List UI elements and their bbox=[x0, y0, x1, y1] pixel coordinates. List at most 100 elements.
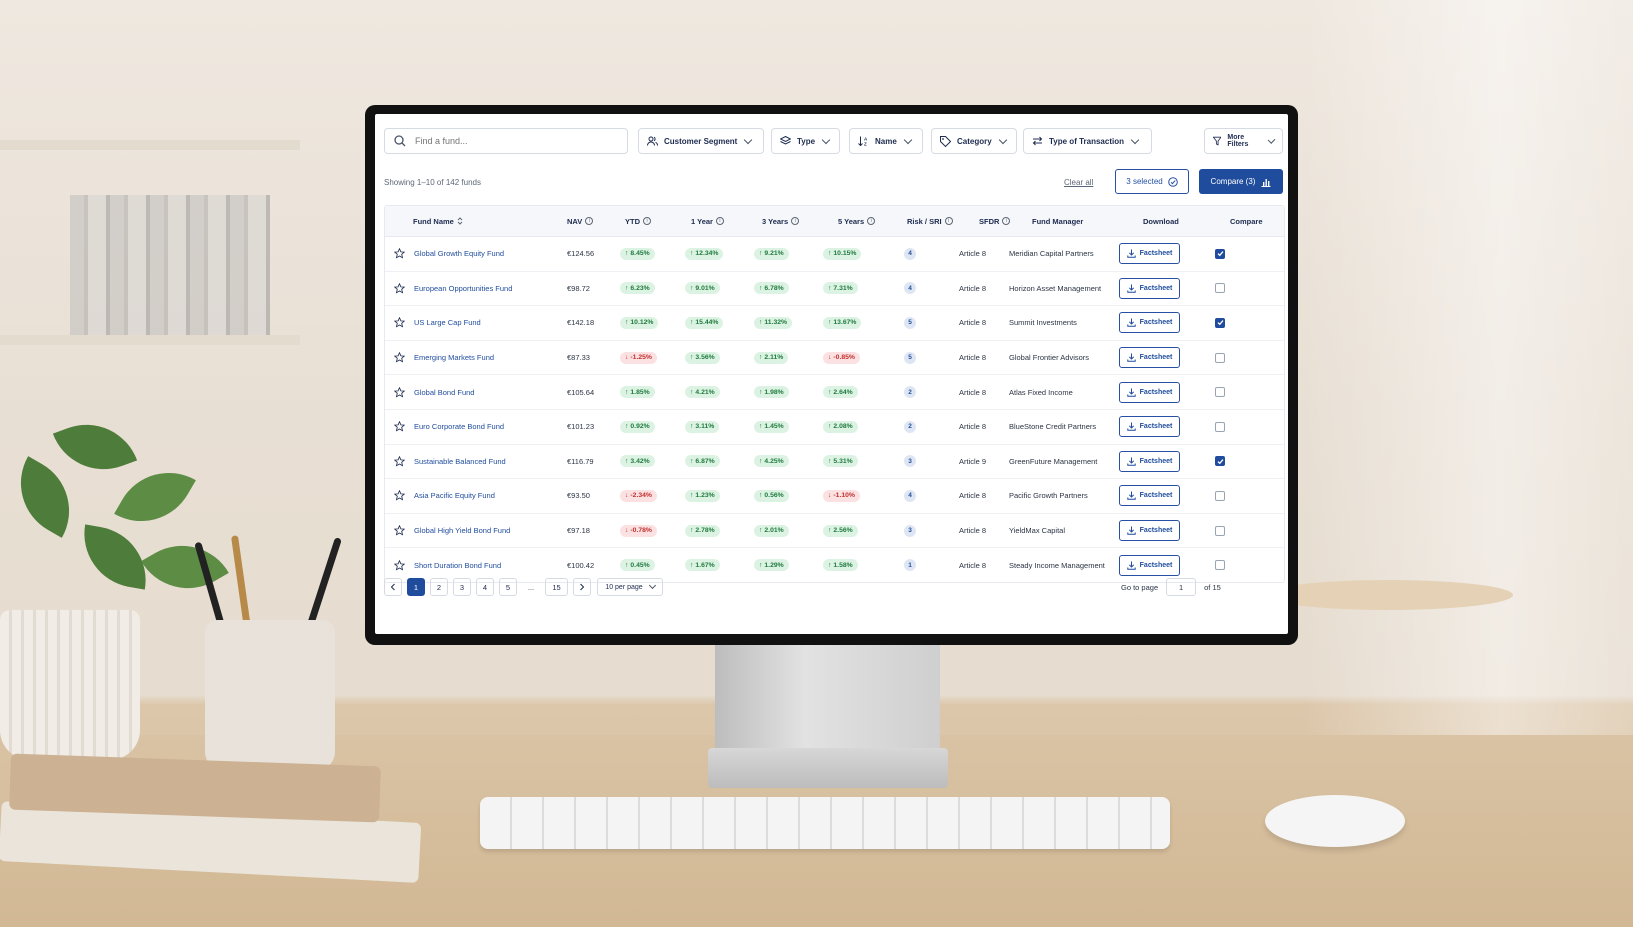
download-icon bbox=[1126, 249, 1136, 259]
compare-checkbox[interactable] bbox=[1215, 352, 1225, 363]
compare-checkbox[interactable] bbox=[1215, 317, 1225, 328]
table-row: US Large Cap Fund €142.18 ↑ 10.12% ↑ 15.4… bbox=[385, 306, 1284, 341]
fund-name-link[interactable]: Global Growth Equity Fund bbox=[414, 237, 504, 271]
favorite-star-button[interactable] bbox=[394, 514, 405, 548]
fund-name-link[interactable]: US Large Cap Fund bbox=[414, 306, 481, 340]
selected-count-button[interactable]: 3 selected bbox=[1115, 169, 1189, 194]
column-nav[interactable]: NAV i bbox=[567, 206, 594, 236]
fund-name-link[interactable]: Global Bond Fund bbox=[414, 375, 474, 409]
factsheet-download-button[interactable]: Factsheet bbox=[1119, 312, 1180, 334]
return-cell: ↑ 7.31% bbox=[823, 272, 858, 306]
column-risk[interactable]: Risk / SRI i bbox=[907, 206, 953, 236]
compare-checkbox[interactable] bbox=[1215, 248, 1225, 259]
return-value: 6.23% bbox=[630, 284, 650, 292]
fund-name-link[interactable]: Global High Yield Bond Fund bbox=[414, 514, 510, 548]
prev-page-button[interactable] bbox=[384, 578, 402, 596]
compare-checkbox[interactable] bbox=[1215, 387, 1225, 398]
fund-name-link[interactable]: Asia Pacific Equity Fund bbox=[414, 479, 495, 513]
column-sfdr[interactable]: SFDR i bbox=[979, 206, 1011, 236]
favorite-star-button[interactable] bbox=[394, 445, 405, 479]
compare-checkbox[interactable] bbox=[1215, 490, 1225, 501]
next-page-button[interactable] bbox=[573, 578, 591, 596]
info-icon[interactable]: i bbox=[1002, 217, 1011, 225]
column-fund-name[interactable]: Fund Name bbox=[413, 206, 463, 236]
compare-button[interactable]: Compare (3) bbox=[1199, 169, 1283, 194]
column-3-years[interactable]: 3 Years i bbox=[762, 206, 800, 236]
factsheet-download-button[interactable]: Factsheet bbox=[1119, 485, 1180, 507]
filter-label: Type of Transaction bbox=[1049, 136, 1124, 146]
check-icon bbox=[1217, 459, 1223, 465]
factsheet-download-button[interactable]: Factsheet bbox=[1119, 243, 1180, 265]
factsheet-download-button[interactable]: Factsheet bbox=[1119, 416, 1180, 438]
arrow-up-icon: ↑ bbox=[690, 319, 694, 327]
compare-checkbox[interactable] bbox=[1215, 525, 1225, 536]
column-label: YTD bbox=[625, 216, 640, 226]
column-ytd[interactable]: YTD i bbox=[625, 206, 651, 236]
info-icon[interactable]: i bbox=[867, 217, 876, 225]
return-value: 5.31% bbox=[833, 457, 853, 465]
info-icon[interactable]: i bbox=[643, 217, 651, 225]
filter-name[interactable]: AZ Name bbox=[849, 128, 923, 154]
positive-return-badge: ↑ 5.31% bbox=[823, 455, 858, 468]
fund-name-link[interactable]: European Opportunities Fund bbox=[414, 272, 512, 306]
risk-cell: 2 bbox=[904, 410, 916, 444]
star-icon bbox=[394, 525, 405, 536]
page-button[interactable]: 3 bbox=[453, 578, 471, 596]
fund-name-link[interactable]: Euro Corporate Bond Fund bbox=[414, 410, 504, 444]
svg-text:Z: Z bbox=[864, 142, 867, 147]
compare-checkbox[interactable] bbox=[1215, 560, 1225, 571]
page-button[interactable]: 4 bbox=[476, 578, 494, 596]
favorite-star-button[interactable] bbox=[394, 548, 405, 582]
more-filters-button[interactable]: More Filters bbox=[1204, 128, 1283, 154]
favorite-star-button[interactable] bbox=[394, 375, 405, 409]
column-fund-manager[interactable]: Fund Manager bbox=[1032, 206, 1083, 236]
factsheet-download-button[interactable]: Factsheet bbox=[1119, 450, 1180, 472]
filter-category[interactable]: Category bbox=[931, 128, 1017, 154]
search-input[interactable] bbox=[413, 135, 607, 147]
compare-checkbox[interactable] bbox=[1215, 421, 1225, 432]
column-label: NAV bbox=[567, 216, 583, 226]
factsheet-download-button[interactable]: Factsheet bbox=[1119, 277, 1180, 299]
page-button[interactable]: 15 bbox=[545, 578, 568, 596]
favorite-star-button[interactable] bbox=[394, 237, 405, 271]
page-button[interactable]: 5 bbox=[499, 578, 517, 596]
search-box[interactable] bbox=[384, 128, 628, 154]
favorite-star-button[interactable] bbox=[394, 306, 405, 340]
fund-name-link[interactable]: Emerging Markets Fund bbox=[414, 341, 494, 375]
fund-name-link[interactable]: Sustainable Balanced Fund bbox=[414, 445, 506, 479]
plant-leaf bbox=[52, 409, 138, 485]
filter-customer-segment[interactable]: Customer Segment bbox=[638, 128, 764, 154]
filter-type-of-transaction[interactable]: Type of Transaction bbox=[1023, 128, 1152, 154]
factsheet-download-button[interactable]: Factsheet bbox=[1119, 554, 1180, 576]
compare-checkbox[interactable] bbox=[1215, 456, 1225, 467]
clear-all-link[interactable]: Clear all bbox=[1064, 178, 1093, 187]
favorite-star-button[interactable] bbox=[394, 272, 405, 306]
return-value: 1.29% bbox=[764, 561, 784, 569]
column-5-years[interactable]: 5 Years i bbox=[838, 206, 876, 236]
info-icon[interactable]: i bbox=[944, 217, 953, 225]
info-icon[interactable]: i bbox=[585, 217, 594, 225]
factsheet-download-button[interactable]: Factsheet bbox=[1119, 347, 1180, 369]
page-button[interactable]: 2 bbox=[430, 578, 448, 596]
download-label: Factsheet bbox=[1139, 423, 1173, 431]
favorite-star-button[interactable] bbox=[394, 479, 405, 513]
compare-cell bbox=[1215, 514, 1225, 548]
arrow-up-icon: ↑ bbox=[828, 561, 832, 569]
filter-type[interactable]: Type bbox=[771, 128, 840, 154]
favorite-star-button[interactable] bbox=[394, 410, 405, 444]
info-icon[interactable]: i bbox=[791, 217, 800, 225]
compare-checkbox[interactable] bbox=[1215, 283, 1225, 294]
factsheet-download-button[interactable]: Factsheet bbox=[1119, 381, 1180, 403]
keyboard bbox=[480, 797, 1170, 849]
return-cell: ↑ 12.34% bbox=[685, 237, 724, 271]
positive-return-badge: ↑ 13.67% bbox=[823, 316, 862, 329]
info-icon[interactable]: i bbox=[715, 217, 724, 225]
fund-name-link[interactable]: Short Duration Bond Fund bbox=[414, 548, 501, 582]
column-1-year[interactable]: 1 Year i bbox=[691, 206, 724, 236]
page-button[interactable]: 1 bbox=[407, 578, 425, 596]
per-page-select[interactable]: 10 per page bbox=[597, 578, 663, 596]
go-to-page-input[interactable]: 1 bbox=[1166, 578, 1197, 596]
factsheet-download-button[interactable]: Factsheet bbox=[1119, 520, 1180, 542]
selected-label: 3 selected bbox=[1126, 177, 1163, 186]
favorite-star-button[interactable] bbox=[394, 341, 405, 375]
